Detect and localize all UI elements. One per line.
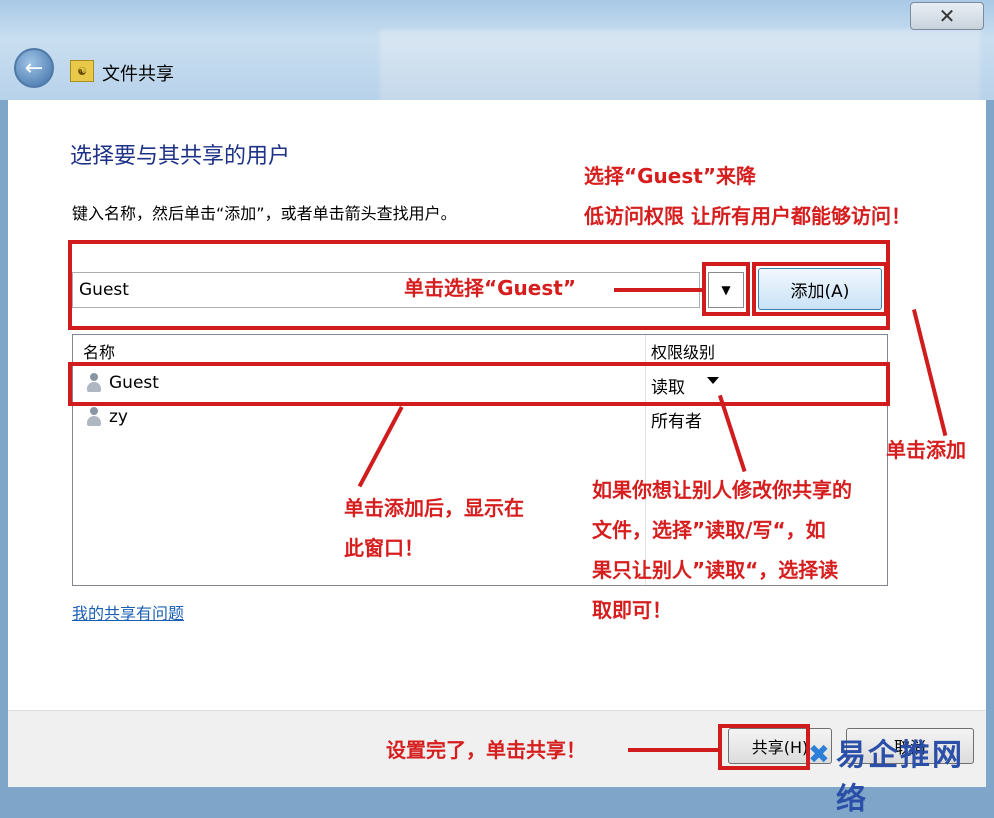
annotation-text: 单击添加后，显示在 <box>344 496 524 520</box>
annotation-text: 果只让别人”读取“，选择读 <box>592 558 839 582</box>
window-title: 文件共享 <box>102 64 174 85</box>
annotation-line <box>628 748 720 752</box>
user-icon <box>85 407 103 427</box>
help-link[interactable]: 我的共享有问题 <box>72 600 184 624</box>
back-arrow-icon: ← <box>24 55 44 81</box>
background-window <box>380 30 980 110</box>
annotation-box-share <box>718 724 810 770</box>
annotation-text: 文件，选择”读取/写“，如 <box>592 518 826 542</box>
page-title: 选择要与其共享的用户 <box>70 144 291 169</box>
column-header-name[interactable]: 名称 <box>83 339 115 363</box>
file-share-icon: ☯ <box>70 60 94 82</box>
annotation-text: 单击选择“Guest” <box>404 276 576 300</box>
permission-value: 所有者 <box>651 412 702 432</box>
annotation-box-add <box>752 262 888 316</box>
annotation-text: 取即可！ <box>592 598 672 622</box>
annotation-text: 低访问权限 让所有用户都能够访问！ <box>584 204 911 228</box>
annotation-text: 设置完了，单击共享！ <box>386 738 586 762</box>
watermark: 易企推网络 <box>836 738 964 817</box>
annotation-text: 单击添加 <box>886 438 966 462</box>
annotation-box-dropdown <box>702 262 750 316</box>
annotation-text: 如果你想让别人修改你共享的 <box>592 478 852 502</box>
watermark-logo-icon: ✖ <box>808 740 830 770</box>
list-item-name[interactable]: zy <box>109 407 128 427</box>
annotation-text: 选择“Guest”来降 <box>584 164 756 188</box>
annotation-box-guest-row <box>68 362 890 406</box>
back-button[interactable]: ← <box>14 48 54 88</box>
annotation-line <box>614 288 704 292</box>
close-button[interactable]: ✕ <box>910 2 984 30</box>
column-header-permission[interactable]: 权限级别 <box>651 339 715 363</box>
instruction-text: 键入名称，然后单击“添加”，或者单击箭头查找用户。 <box>72 204 457 223</box>
annotation-text: 此窗口！ <box>344 536 424 560</box>
